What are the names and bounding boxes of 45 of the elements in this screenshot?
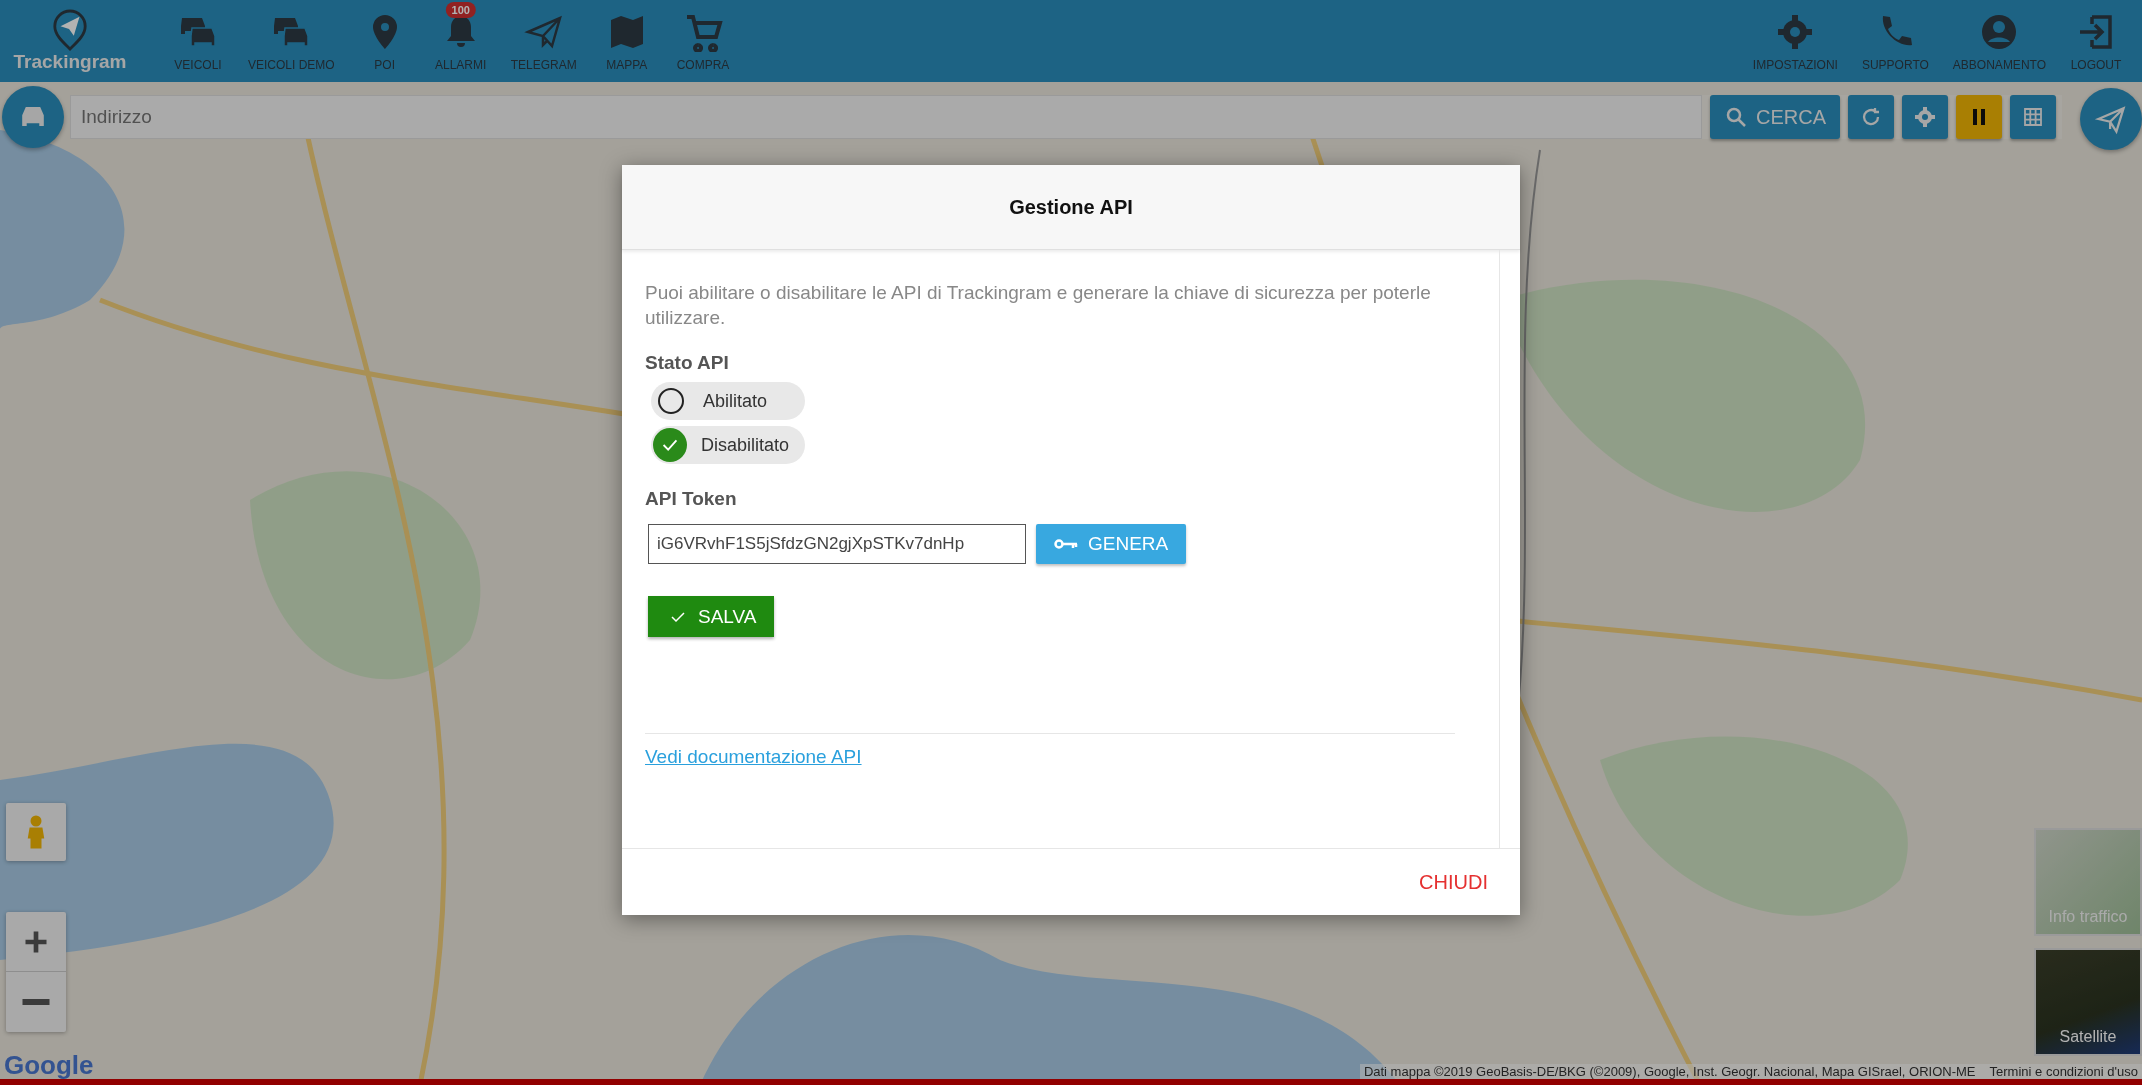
- alarm-count-badge: 100: [445, 2, 476, 18]
- token-field[interactable]: iG6VRvhF1S5jSfdzGN2gjXpSTKv7dnHp: [648, 524, 1026, 564]
- grid-icon: [2021, 105, 2045, 129]
- nav-item[interactable]: COMPRA: [664, 0, 742, 82]
- search-button[interactable]: CERCA: [1710, 95, 1840, 139]
- description-text: Puoi abilitare o disabilitare le API di Trackingram e generare la chiave di sicurezza per poterle utilizzare.: [645, 281, 1432, 330]
- option-label: Abilitato: [703, 390, 768, 412]
- minus-icon: [22, 999, 50, 1005]
- nav-item[interactable]: ABBONAMENTO: [1940, 0, 2058, 82]
- section-label: API Token: [645, 488, 737, 510]
- option-label: Disabilitato: [701, 434, 790, 456]
- nav-item[interactable]: LOGOUT: [2058, 0, 2134, 82]
- section-label: Stato API: [645, 352, 729, 374]
- nav-item[interactable]: SUPPORTO: [1849, 0, 1941, 82]
- street-view-button[interactable]: [6, 803, 66, 861]
- nav-item[interactable]: VEICOLI DEMO: [236, 0, 347, 82]
- address-search-field[interactable]: Indirizzo: [70, 95, 1702, 139]
- close-button[interactable]: CHIUDI: [1413, 869, 1494, 895]
- radio-option[interactable]: Disabilitato: [651, 426, 806, 464]
- map-provider-logo: Google: [4, 1050, 94, 1081]
- refresh-button[interactable]: [1848, 95, 1894, 139]
- search-icon: [1724, 105, 1748, 129]
- radio-button[interactable]: [658, 388, 684, 414]
- logo-icon: [51, 9, 89, 51]
- dialog-title: Gestione API: [1009, 195, 1133, 219]
- settings-icon: [1913, 105, 1937, 129]
- pause-button[interactable]: [1956, 95, 2002, 139]
- radio-option[interactable]: Abilitato: [651, 382, 806, 420]
- grid-button[interactable]: [2010, 95, 2056, 139]
- nav-item[interactable]: TELEGRAM: [498, 0, 589, 82]
- terms-link[interactable]: Termini e condizioni d'uso: [1989, 1064, 2138, 1079]
- person-figure-icon: [25, 813, 47, 851]
- nav-item[interactable]: VEICOLI: [160, 0, 236, 82]
- settings-button[interactable]: [1902, 95, 1948, 139]
- nav-item[interactable]: MAPPA: [588, 0, 665, 82]
- map-attribution: Dati mappa ©2019 GeoBasis-DE/BKG (©2009), Google, Inst. Geogr. Nacional, Mapa GISrael, ORION-ME: [1363, 1064, 1976, 1079]
- nav-item[interactable]: POI: [346, 0, 423, 82]
- radio-button[interactable]: [653, 428, 687, 462]
- generate-button[interactable]: GENERA: [1036, 524, 1187, 564]
- nav-item[interactable]: IMPOSTAZIONI: [1740, 0, 1850, 82]
- key-icon: [1054, 536, 1078, 552]
- documentation-link[interactable]: Vedi documentazione API: [645, 746, 862, 768]
- brand-name: Trackingram: [13, 51, 127, 73]
- save-button[interactable]: SALVA: [648, 596, 775, 637]
- satellite-view-button[interactable]: Satellite: [2034, 948, 2142, 1056]
